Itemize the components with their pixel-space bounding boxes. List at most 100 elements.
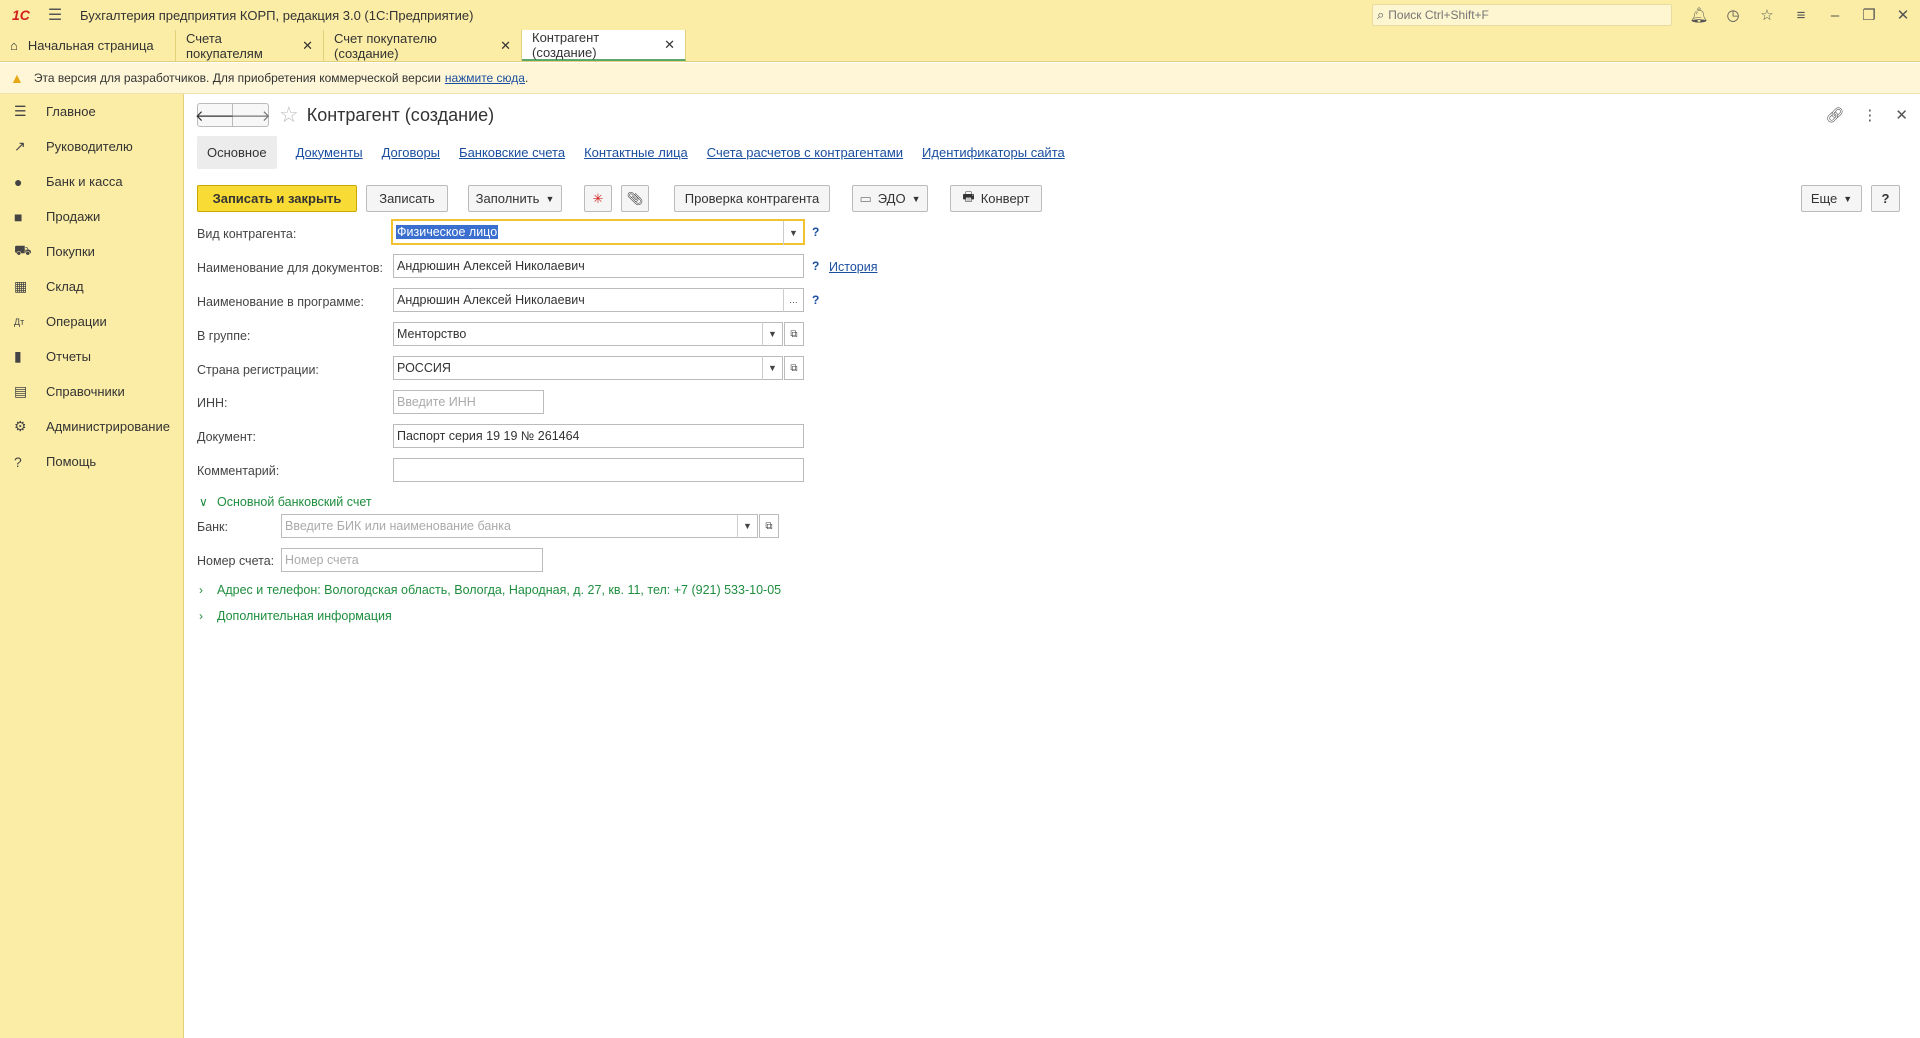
envelope-button[interactable]: 🖶 Конверт bbox=[950, 185, 1042, 212]
country-open-button[interactable]: ⧉ bbox=[784, 356, 804, 380]
more-vertical-icon[interactable]: ⋮ bbox=[1862, 106, 1877, 124]
structure-button[interactable]: ✳ bbox=[584, 185, 612, 212]
subtab-documents[interactable]: Документы bbox=[296, 145, 363, 160]
bank-field[interactable]: Введите БИК или наименование банка ▼ bbox=[281, 514, 758, 538]
tab-label: Начальная страница bbox=[27, 38, 154, 53]
history-icon[interactable]: ◷ bbox=[1716, 0, 1750, 30]
coin-icon: ● bbox=[14, 173, 23, 190]
sidebar-item-help[interactable]: ? Помощь bbox=[0, 444, 183, 479]
extra-group-title: Дополнительная информация bbox=[217, 609, 392, 623]
group-open-button[interactable]: ⧉ bbox=[784, 322, 804, 346]
inn-field[interactable]: Введите ИНН bbox=[393, 390, 544, 414]
sidebar-item-bank[interactable]: ● Банк и касса bbox=[0, 164, 183, 199]
sidebar-item-label: Продажи bbox=[46, 209, 101, 224]
bank-group-toggle[interactable]: ∨ Основной банковский счет bbox=[199, 495, 372, 509]
subtab-main[interactable]: Основное bbox=[197, 135, 277, 169]
chevron-down-icon: ∨ bbox=[199, 495, 208, 509]
title-bar: 1С ☰ Бухгалтерия предприятия КОРП, редак… bbox=[0, 0, 1920, 30]
bank-dropdown[interactable]: ▼ bbox=[737, 514, 757, 538]
subtab-contracts[interactable]: Договоры bbox=[382, 145, 440, 160]
star-icon[interactable]: ☆ bbox=[1750, 0, 1784, 30]
sidebar-item-reports[interactable]: ▮ Отчеты bbox=[0, 339, 183, 374]
subtab-settlement-accounts[interactable]: Счета расчетов с контрагентами bbox=[707, 145, 903, 160]
sidebar-item-manager[interactable]: ↗ Руководителю bbox=[0, 129, 183, 164]
notice-text: Эта версия для разработчиков. Для приобр… bbox=[33, 71, 441, 85]
kind-label: Вид контрагента: bbox=[197, 227, 297, 241]
progname-help-icon[interactable]: ? bbox=[812, 293, 819, 307]
restore-icon[interactable]: ❐ bbox=[1852, 0, 1886, 30]
sidebar-item-directories[interactable]: ▤ Справочники bbox=[0, 374, 183, 409]
bar-chart-icon: ▮ bbox=[14, 348, 22, 364]
settings-list-icon[interactable]: ≡ bbox=[1784, 0, 1818, 30]
favorite-star-icon[interactable]: ☆ bbox=[279, 102, 299, 128]
button-label: ЭДО bbox=[877, 191, 906, 206]
check-counterparty-button[interactable]: Проверка контрагента bbox=[674, 185, 830, 212]
sidebar-item-admin[interactable]: ⚙ Администрирование bbox=[0, 409, 183, 444]
link-icon[interactable]: 🔗︎ bbox=[1825, 106, 1844, 124]
forward-button[interactable]: 🡒 bbox=[230, 103, 271, 127]
tab-home[interactable]: ⌂ Начальная страница bbox=[0, 30, 176, 61]
minimize-icon[interactable]: – bbox=[1818, 0, 1852, 30]
sidebar-item-warehouse[interactable]: ▦ Склад bbox=[0, 269, 183, 304]
global-search[interactable]: ⌕ bbox=[1372, 4, 1672, 26]
sidebar-item-sales[interactable]: ■ Продажи bbox=[0, 199, 183, 234]
search-icon: ⌕ bbox=[1377, 7, 1385, 22]
kind-help-icon[interactable]: ? bbox=[812, 225, 819, 239]
subtab-bank-accounts[interactable]: Банковские счета bbox=[459, 145, 565, 160]
history-link[interactable]: История bbox=[829, 260, 877, 274]
sidebar-item-label: Банк и касса bbox=[46, 174, 123, 189]
close-icon[interactable]: ✕ bbox=[664, 37, 675, 53]
back-button[interactable]: 🡐 bbox=[195, 103, 235, 127]
country-field[interactable]: РОССИЯ ▼ bbox=[393, 356, 783, 380]
app-logo: 1С bbox=[12, 7, 30, 23]
country-dropdown[interactable]: ▼ bbox=[762, 356, 782, 380]
save-button[interactable]: Записать bbox=[366, 185, 448, 212]
document-label: Документ: bbox=[197, 430, 256, 444]
address-group-toggle[interactable]: › Адрес и телефон: Вологодская область, … bbox=[199, 583, 781, 597]
docname-help-icon[interactable]: ? bbox=[812, 259, 819, 273]
subtab-contacts[interactable]: Контактные лица bbox=[584, 145, 688, 160]
progname-select-button[interactable]: … bbox=[783, 288, 803, 312]
comment-field[interactable] bbox=[393, 458, 804, 482]
main-menu-icon[interactable]: ☰ bbox=[40, 5, 70, 25]
edo-icon: ▭ bbox=[859, 190, 872, 206]
bell-icon[interactable]: 🔔︎ bbox=[1682, 0, 1716, 30]
bank-open-button[interactable]: ⧉ bbox=[759, 514, 779, 538]
help-button[interactable]: ? bbox=[1871, 185, 1900, 212]
sidebar-item-purchases[interactable]: ⛟ Покупки bbox=[0, 234, 183, 269]
sidebar-item-label: Покупки bbox=[46, 244, 95, 259]
close-icon[interactable]: ✕ bbox=[500, 38, 511, 54]
group-value: Менторство bbox=[397, 327, 467, 341]
fill-button[interactable]: Заполнить ▼ bbox=[468, 185, 562, 212]
save-and-close-button[interactable]: Записать и закрыть bbox=[197, 185, 357, 212]
notice-link[interactable]: нажмите сюда bbox=[445, 71, 525, 85]
extra-group-toggle[interactable]: › Дополнительная информация bbox=[199, 609, 392, 623]
kind-field[interactable]: Физическое лицо ▼ bbox=[391, 219, 805, 245]
document-field[interactable]: Паспорт серия 19 19 № 261464 bbox=[393, 424, 804, 448]
search-input[interactable] bbox=[1388, 8, 1659, 22]
close-icon[interactable]: ✕ bbox=[302, 38, 313, 54]
tab-customer-invoices[interactable]: Счета покупателям ✕ bbox=[176, 30, 324, 61]
chevron-down-icon: ▼ bbox=[1843, 193, 1853, 204]
sidebar-item-label: Склад bbox=[46, 279, 84, 294]
close-form-icon[interactable]: ✕ bbox=[1895, 106, 1908, 124]
open-icon: ⧉ bbox=[790, 328, 798, 340]
edo-button[interactable]: ▭ ЭДО ▼ bbox=[852, 185, 928, 212]
docname-field[interactable]: Андрюшин Алексей Николаевич bbox=[393, 254, 804, 278]
group-field[interactable]: Менторство ▼ bbox=[393, 322, 783, 346]
close-window-icon[interactable]: ✕ bbox=[1886, 0, 1920, 30]
inn-placeholder: Введите ИНН bbox=[397, 395, 476, 409]
account-field[interactable]: Номер счета bbox=[281, 548, 543, 572]
progname-label: Наименование в программе: bbox=[197, 295, 364, 309]
kind-dropdown[interactable]: ▼ bbox=[783, 221, 803, 245]
tab-counterparty-new[interactable]: Контрагент (создание) ✕ bbox=[522, 30, 686, 61]
trend-icon: ↗ bbox=[14, 138, 26, 154]
tab-customer-invoice-new[interactable]: Счет покупателю (создание) ✕ bbox=[324, 30, 522, 61]
attach-button[interactable]: 📎︎ bbox=[621, 185, 649, 212]
progname-field[interactable]: Андрюшин Алексей Николаевич … bbox=[393, 288, 804, 312]
sidebar-item-operations[interactable]: Дт Операции bbox=[0, 304, 183, 339]
subtab-site-ids[interactable]: Идентификаторы сайта bbox=[922, 145, 1065, 160]
sidebar-item-main[interactable]: ☰ Главное bbox=[0, 94, 183, 129]
more-button[interactable]: Еще ▼ bbox=[1801, 185, 1862, 212]
group-dropdown[interactable]: ▼ bbox=[762, 322, 782, 346]
